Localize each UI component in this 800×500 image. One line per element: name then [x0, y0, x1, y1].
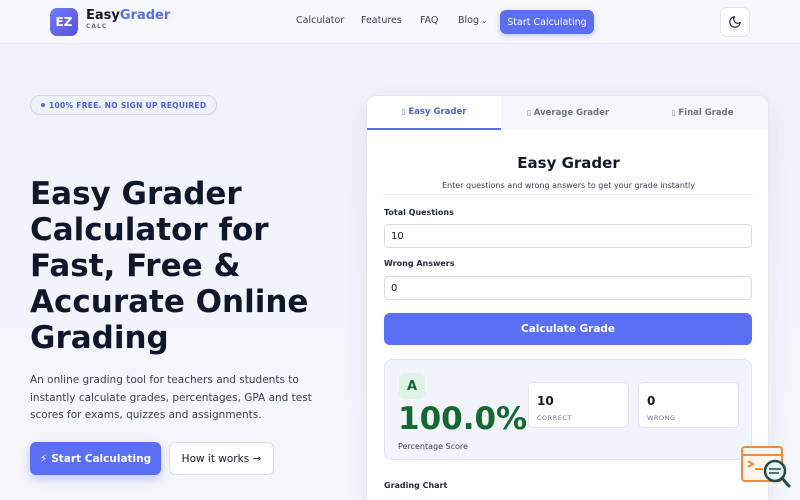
hero-title-line: Fast, Free & — [30, 248, 241, 284]
floating-search-widget[interactable] — [741, 445, 791, 490]
hero-title: Easy Grader Calculator for Fast, Free & … — [30, 176, 350, 356]
tab-final-grade[interactable]: ▯ Final Grade — [635, 96, 768, 130]
wrong-answers-input[interactable]: 0 — [384, 276, 752, 300]
nav-faq[interactable]: FAQ — [420, 15, 438, 26]
correct-stat-box: 10 CORRECT — [528, 382, 629, 428]
nav-calculator[interactable]: Calculator — [296, 15, 344, 26]
total-questions-label: Total Questions — [384, 208, 454, 217]
lightning-icon: ⚡ — [39, 452, 48, 465]
hero-title-line: Accurate Online — [30, 284, 309, 320]
wrong-label: WRONG — [647, 414, 676, 422]
total-questions-input[interactable]: 10 — [384, 224, 752, 248]
logo-word-easy: Easy — [86, 8, 120, 23]
result-panel: A 100.0% Percentage Score 10 CORRECT 0 W… — [384, 359, 752, 460]
tab-easy-grader-label: Easy Grader — [408, 107, 467, 117]
logo-subtext: CALC — [86, 23, 108, 30]
site-header: EZ EasyGrader CALC Calculator Features F… — [0, 0, 800, 44]
search-widget-icon — [741, 446, 791, 488]
calculator-card: ▯ Easy Grader ▯ Average Grader ▯ Final G… — [366, 95, 769, 500]
hero-start-calculating-button[interactable]: ⚡ Start Calculating — [30, 442, 161, 475]
logo-text[interactable]: EasyGrader CALC — [86, 9, 170, 30]
wrong-count: 0 — [647, 394, 656, 408]
calculate-grade-button[interactable]: Calculate Grade — [384, 313, 752, 345]
nav-blog[interactable]: Blog ⌄ — [458, 15, 488, 26]
hero-title-line: Grading — [30, 320, 169, 356]
card-title: Easy Grader — [517, 154, 620, 172]
percentage-score-label: Percentage Score — [398, 442, 468, 451]
nav-blog-label: Blog — [458, 15, 479, 26]
tab-average-grader-label: Average Grader — [533, 108, 610, 118]
nav-features[interactable]: Features — [361, 15, 402, 26]
free-badge-text: 100% FREE. NO SIGN UP REQUIRED — [49, 100, 207, 110]
hero-start-label: Start Calculating — [51, 452, 152, 465]
card-subtitle: Enter questions and wrong answers to get… — [442, 181, 695, 190]
tab-icon: ▯ — [526, 109, 531, 117]
hero-title-line: Easy Grader — [30, 176, 242, 212]
calculator-tabs: ▯ Easy Grader ▯ Average Grader ▯ Final G… — [367, 96, 768, 130]
free-badge: 100% FREE. NO SIGN UP REQUIRED — [30, 95, 218, 115]
tab-icon: ▯ — [671, 109, 676, 117]
wrong-stat-box: 0 WRONG — [638, 382, 739, 428]
grading-chart-label: Grading Chart — [384, 481, 448, 490]
hero-title-line: Calculator for — [30, 212, 269, 248]
theme-toggle-button[interactable] — [720, 7, 750, 37]
letter-grade-badge: A — [399, 373, 425, 399]
header-start-calculating-button[interactable]: Start Calculating — [500, 10, 594, 34]
badge-dot-icon — [41, 103, 45, 107]
correct-label: CORRECT — [537, 414, 572, 422]
chevron-down-icon: ⌄ — [481, 16, 488, 25]
logo-word-grader: Grader — [119, 8, 171, 23]
hero-description: An online grading tool for teachers and … — [30, 374, 312, 421]
correct-count: 10 — [537, 394, 554, 408]
wrong-answers-label: Wrong Answers — [384, 259, 455, 268]
moon-icon — [729, 16, 741, 28]
tab-icon: ▯ — [401, 108, 406, 116]
percentage-score-value: 100.0% — [398, 401, 528, 437]
tab-final-grade-label: Final Grade — [678, 108, 734, 118]
how-it-works-button[interactable]: How it works → — [169, 442, 274, 475]
tab-easy-grader[interactable]: ▯ Easy Grader — [367, 96, 501, 130]
logo-badge[interactable]: EZ — [50, 8, 78, 36]
card-divider — [383, 194, 753, 195]
tab-average-grader[interactable]: ▯ Average Grader — [501, 96, 635, 130]
